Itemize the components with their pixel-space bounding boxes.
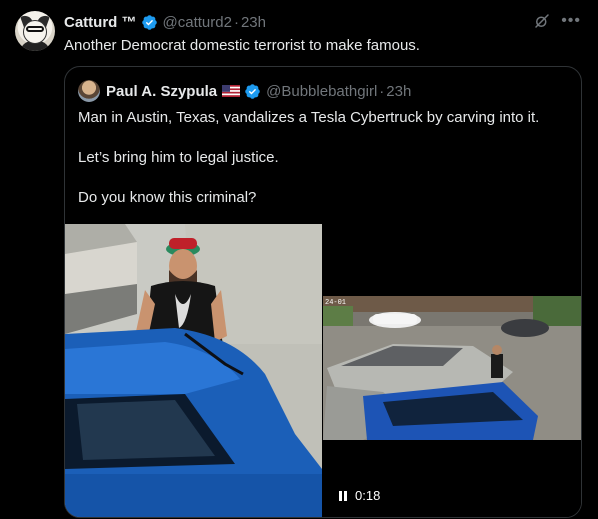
video-thumbnail: 24-01 xyxy=(323,224,581,517)
quoted-tweet-header: Paul A. Szypula @Bubblebathgirl · 23h xyxy=(106,82,411,100)
quoted-author-avatar[interactable] xyxy=(78,80,100,102)
tweet[interactable]: Catturd ™ @catturd2 · 23h ••• Another De… xyxy=(0,0,598,519)
author-avatar[interactable] xyxy=(15,11,55,51)
more-icon[interactable]: ••• xyxy=(561,12,581,30)
us-flag-icon xyxy=(222,85,241,97)
author-name[interactable]: Catturd ™ xyxy=(64,14,137,31)
cctv-video[interactable]: 24-01 0:18 xyxy=(323,224,581,517)
cctv-timestamp: 24-01 xyxy=(325,299,346,307)
verified-badge-icon xyxy=(245,83,260,99)
author-handle[interactable]: @catturd2 xyxy=(163,14,232,31)
quoted-author-name[interactable]: Paul A. Szypula xyxy=(106,83,217,100)
photo-man-with-car[interactable] xyxy=(65,224,322,517)
tweet-actions-top: ••• xyxy=(533,12,581,30)
grok-icon[interactable] xyxy=(533,12,551,30)
quoted-paragraph: Man in Austin, Texas, vandalizes a Tesla… xyxy=(78,109,540,126)
quoted-paragraph: Let’s bring him to legal justice. xyxy=(78,149,279,166)
verified-badge-icon xyxy=(141,14,157,30)
quoted-tweet-text: Man in Austin, Texas, vandalizes a Tesla… xyxy=(78,108,568,228)
quoted-paragraph: Do you know this criminal? xyxy=(78,189,257,206)
pause-icon[interactable] xyxy=(339,490,347,501)
tweet-text: Another Democrat domestic terrorist to m… xyxy=(64,37,420,54)
tweet-time[interactable]: 23h xyxy=(241,14,266,31)
separator-dot: · xyxy=(379,82,385,100)
video-duration: 0:18 xyxy=(355,488,381,503)
quoted-author-handle[interactable]: @Bubblebathgirl xyxy=(266,83,377,100)
separator-dot: · xyxy=(233,13,239,31)
quoted-tweet-time[interactable]: 23h xyxy=(386,83,411,100)
quoted-tweet[interactable]: Paul A. Szypula @Bubblebathgirl · 23h Ma… xyxy=(64,66,582,518)
tweet-header: Catturd ™ @catturd2 · 23h xyxy=(64,13,266,31)
photo-illustration xyxy=(65,224,322,517)
video-controls[interactable]: 0:18 xyxy=(339,488,380,503)
